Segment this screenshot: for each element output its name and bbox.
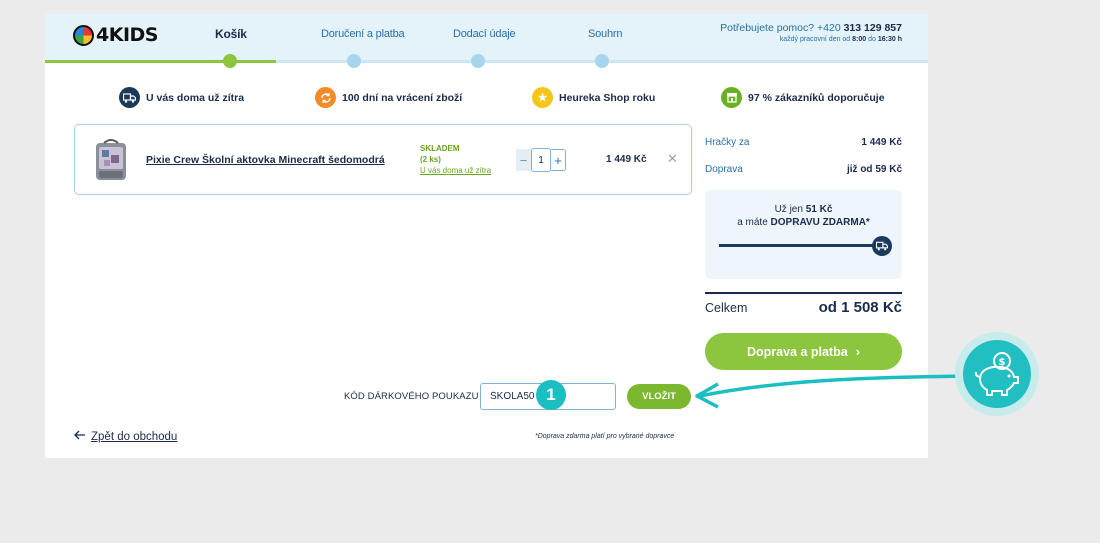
tutorial-arrow: [695, 374, 976, 409]
piggy-bank-icon: $: [955, 332, 1039, 416]
tutorial-step-badge: 1: [536, 380, 566, 410]
